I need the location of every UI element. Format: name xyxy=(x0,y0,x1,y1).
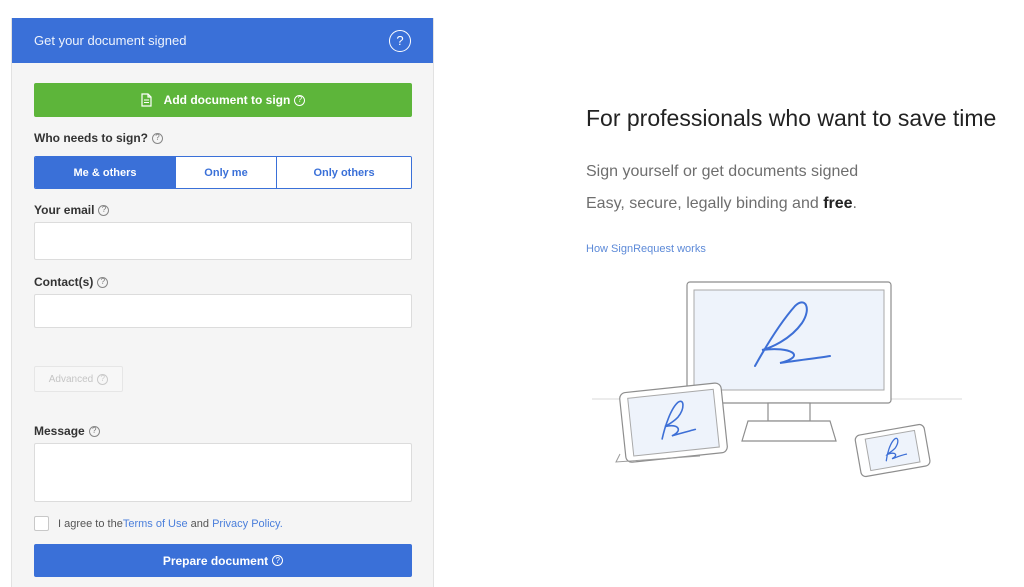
message-textarea[interactable] xyxy=(34,443,412,502)
hero-title: For professionals who want to save time xyxy=(586,105,997,131)
advanced-button[interactable]: Advanced ? xyxy=(34,366,123,392)
who-needs-to-sign-label: Who needs to sign? ? xyxy=(34,131,411,145)
add-document-label: Add document to sign xyxy=(163,93,291,107)
option-only-others[interactable]: Only others xyxy=(277,157,411,188)
advanced-label: Advanced xyxy=(48,373,94,385)
email-field[interactable] xyxy=(34,222,412,260)
devices-signature-illustration xyxy=(592,281,962,478)
add-document-help-icon[interactable]: ? xyxy=(294,94,306,106)
option-only-me[interactable]: Only me xyxy=(175,157,277,188)
agree-middle: and xyxy=(187,517,213,530)
who-help-icon[interactable]: ? xyxy=(152,132,163,144)
panel-body: Add document to sign ? Who needs to sign… xyxy=(12,63,433,577)
email-help-icon[interactable]: ? xyxy=(98,204,110,216)
email-label-text: Your email xyxy=(34,203,95,217)
who-label-text: Who needs to sign? xyxy=(34,131,148,145)
advanced-help-icon: ? xyxy=(97,373,109,385)
add-document-button[interactable]: Add document to sign ? xyxy=(34,83,412,117)
help-icon[interactable]: ? xyxy=(389,29,411,52)
hero-free-text: free xyxy=(823,195,853,212)
privacy-policy-link[interactable]: Privacy Policy. xyxy=(212,518,283,530)
prepare-document-button[interactable]: Prepare document ? xyxy=(34,544,412,577)
email-label: Your email ? xyxy=(34,203,411,217)
agree-row: I agree to the Terms of Use and Privacy … xyxy=(34,516,411,531)
hero-subtitle-2-prefix: Easy, secure, legally binding and xyxy=(586,195,824,212)
contacts-label-text: Contact(s) xyxy=(34,275,94,289)
hero-subtitle-1: Sign yourself or get documents signed xyxy=(586,163,859,180)
sign-form-panel: Get your document signed ? Add document … xyxy=(11,18,434,587)
prepare-document-label: Prepare document xyxy=(162,553,269,568)
message-label-text: Message xyxy=(34,424,85,438)
prepare-help-icon[interactable]: ? xyxy=(272,555,284,566)
agree-checkbox[interactable] xyxy=(34,516,49,531)
message-help-icon[interactable]: ? xyxy=(88,425,100,437)
signer-option-toggle: Me & others Only me Only others xyxy=(34,156,412,189)
panel-header: Get your document signed ? xyxy=(12,18,433,63)
panel-title: Get your document signed xyxy=(34,33,187,48)
terms-of-use-link[interactable]: Terms of Use xyxy=(123,518,188,530)
how-signrequest-works-link[interactable]: How SignRequest works xyxy=(586,243,706,255)
agree-prefix: I agree to the xyxy=(58,517,123,530)
message-label: Message ? xyxy=(34,424,411,438)
option-me-and-others[interactable]: Me & others xyxy=(35,157,175,188)
hero-subtitle-2: Easy, secure, legally binding and free. xyxy=(586,195,857,213)
document-icon xyxy=(141,93,152,107)
contacts-label: Contact(s) ? xyxy=(34,275,411,289)
contacts-field[interactable] xyxy=(34,294,412,328)
contacts-help-icon[interactable]: ? xyxy=(97,276,109,288)
hero-subtitle-2-suffix: . xyxy=(852,195,857,212)
